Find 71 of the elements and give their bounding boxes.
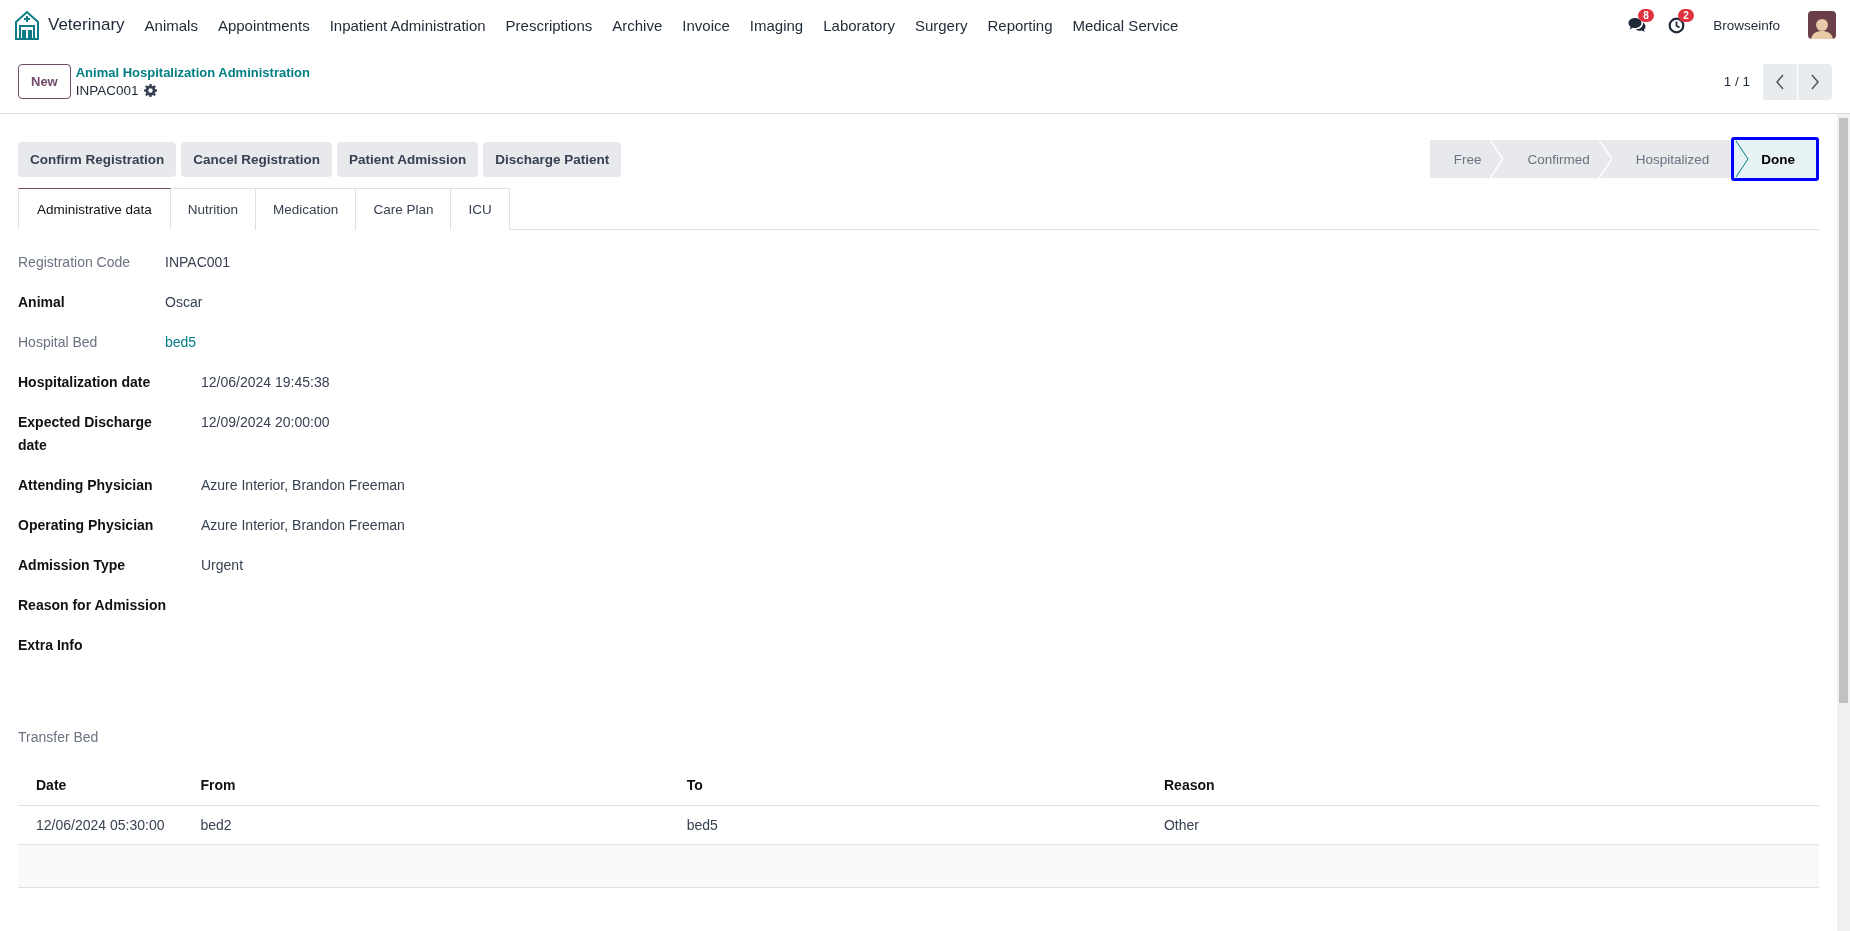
breadcrumb-link[interactable]: Animal Hospitalization Administration — [75, 65, 310, 80]
status-step[interactable]: Confirmed — [1503, 140, 1612, 178]
tab[interactable]: Care Plan — [356, 188, 452, 230]
settings-icon[interactable] — [143, 84, 157, 97]
activity-count-badge: 2 — [1678, 8, 1694, 22]
field-label: Animal — [18, 294, 65, 310]
field-value: 12/06/2024 19:45:38 — [201, 374, 330, 390]
action-button[interactable]: Discharge Patient — [483, 141, 622, 177]
column-header[interactable]: From — [182, 765, 669, 806]
field-label: Expected Discharge date — [18, 414, 152, 453]
field-value: Azure Interior, Brandon Freeman — [201, 477, 405, 493]
status-step[interactable]: Hospitalized — [1611, 140, 1732, 178]
column-header[interactable]: Reason — [1146, 765, 1819, 806]
app-name[interactable]: Veterinary — [48, 15, 125, 35]
field-value: INPAC001 — [165, 254, 231, 270]
chat-icon[interactable] — [1628, 17, 1647, 33]
next-button[interactable] — [1798, 63, 1832, 100]
tab[interactable]: Medication — [256, 188, 357, 230]
user-avatar[interactable] — [1808, 11, 1836, 39]
field-value: Oscar — [165, 294, 203, 310]
field-value: Azure Interior, Brandon Freeman — [201, 517, 405, 533]
menu-item[interactable]: Laboratory — [813, 10, 905, 40]
column-header[interactable]: Date — [18, 765, 183, 806]
menu-item[interactable]: Inpatient Administration — [319, 10, 496, 40]
menu-item[interactable]: Surgery — [904, 10, 978, 40]
chevron-separator-icon — [1735, 141, 1750, 177]
chevron-separator-icon — [1598, 140, 1613, 178]
message-count-badge: 8 — [1638, 9, 1654, 22]
status-step[interactable]: Free — [1429, 140, 1504, 178]
table-cell: 12/06/2024 05:30:00 — [18, 805, 183, 845]
scrollbar[interactable] — [1837, 114, 1850, 931]
field-label: Hospitalization date — [18, 374, 151, 390]
tab[interactable]: Administrative data — [18, 188, 171, 230]
table-cell: Other — [1146, 805, 1819, 845]
tab[interactable]: Nutrition — [170, 188, 257, 230]
field-label: Admission Type — [18, 557, 126, 573]
company-name[interactable]: Browseinfo — [1707, 16, 1786, 34]
field-label: Extra Info — [18, 637, 83, 653]
field-value: 12/09/2024 20:00:00 — [201, 414, 330, 430]
menu-item[interactable]: Invoice — [672, 10, 740, 40]
menu-item[interactable]: Archive — [602, 10, 673, 40]
previous-button[interactable] — [1763, 63, 1797, 100]
action-button[interactable]: Patient Admission — [337, 141, 479, 177]
status-step[interactable]: Done — [1731, 137, 1819, 181]
chevron-separator-icon — [1490, 140, 1505, 178]
column-header[interactable]: To — [668, 765, 1146, 806]
menu-item[interactable]: Medical Service — [1062, 10, 1189, 40]
field-label: Attending Physician — [18, 477, 153, 493]
field-value: Urgent — [201, 557, 244, 573]
table-cell: bed5 — [668, 805, 1146, 845]
menu-item[interactable]: Animals — [134, 10, 208, 40]
field-label: Registration Code — [18, 254, 131, 270]
menu-item[interactable]: Imaging — [739, 10, 814, 40]
new-button[interactable]: New — [18, 64, 71, 99]
pager-counter[interactable]: 1 / 1 — [1723, 74, 1750, 89]
field-label: Reason for Admission — [18, 597, 167, 613]
action-button[interactable]: Confirm Registration — [18, 141, 177, 177]
section-title: Transfer Bed — [18, 729, 100, 745]
field-label: Operating Physician — [18, 517, 154, 533]
chevron-left-icon — [1775, 73, 1785, 90]
menu-item[interactable]: Prescriptions — [495, 10, 603, 40]
action-button[interactable]: Cancel Registration — [181, 141, 333, 177]
record-name: INPAC001 — [75, 83, 139, 98]
hospital-logo-icon[interactable] — [14, 10, 40, 40]
field-label: Hospital Bed — [18, 334, 98, 350]
menu-item[interactable]: Appointments — [207, 10, 320, 40]
tab[interactable]: ICU — [451, 188, 510, 230]
menu-item[interactable]: Reporting — [977, 10, 1063, 40]
table-cell: bed2 — [182, 805, 669, 845]
chevron-right-icon — [1810, 73, 1820, 90]
field-link[interactable]: bed5 — [165, 334, 197, 350]
